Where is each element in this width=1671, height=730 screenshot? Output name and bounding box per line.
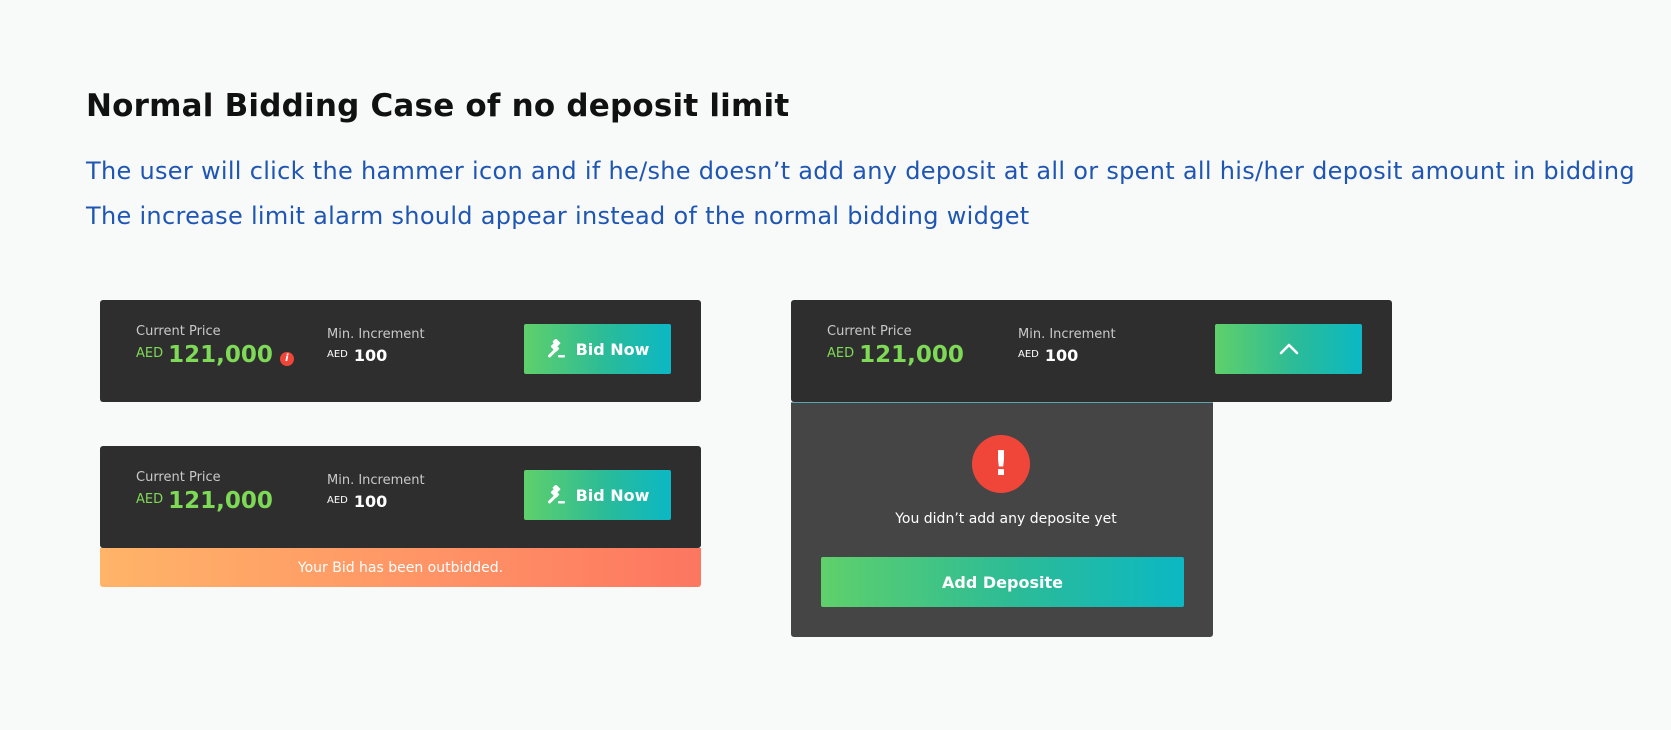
gavel-icon [547, 485, 565, 504]
bid-now-button[interactable]: Bid Now [524, 470, 671, 520]
info-icon[interactable]: i [279, 352, 294, 366]
min-currency-label: AED [327, 495, 348, 506]
collapse-button[interactable] [1215, 324, 1362, 374]
min-increment-label: Min. Increment [327, 473, 425, 488]
outbid-banner: Your Bid has been outbidded. [100, 548, 701, 587]
current-price-label: Current Price [136, 470, 221, 485]
min-increment-amount: 100 [1044, 346, 1079, 365]
min-increment-label: Min. Increment [1018, 327, 1116, 342]
deposit-alert-panel: ! You didn’t add any deposite yet Add De… [791, 402, 1213, 637]
current-price-amount: 121,000 [168, 488, 273, 514]
currency-label: AED [136, 346, 164, 361]
current-price-amount: 121,000 [168, 342, 273, 368]
gavel-icon [547, 339, 565, 358]
page-title: Normal Bidding Case of no deposit limit [86, 88, 790, 124]
current-price-amount: 121,000 [859, 342, 964, 368]
bid-now-label: Bid Now [575, 485, 650, 505]
current-price-value: AED 121,000 [136, 488, 273, 514]
min-increment-label: Min. Increment [327, 327, 425, 342]
add-deposit-button[interactable]: Add Deposite [821, 557, 1184, 607]
current-price-value: AED 121,000 [827, 342, 964, 368]
bidding-widget-normal: Current Price AED 121,000 i Min. Increme… [100, 300, 701, 402]
min-increment-value: AED 100 [1018, 346, 1078, 365]
bid-now-button[interactable]: Bid Now [524, 324, 671, 374]
current-price-label: Current Price [827, 324, 912, 339]
bid-now-label: Bid Now [575, 339, 650, 359]
min-currency-label: AED [1018, 349, 1039, 360]
bidding-widget-outbid: Current Price AED 121,000 Min. Increment… [100, 446, 701, 548]
currency-label: AED [827, 346, 855, 361]
min-currency-label: AED [327, 349, 348, 360]
description-line-1: The user will click the hammer icon and … [86, 157, 1635, 185]
bidding-widget-expanded: Current Price AED 121,000 Min. Increment… [791, 300, 1392, 402]
description-line-2: The increase limit alarm should appear i… [86, 202, 1030, 230]
min-increment-amount: 100 [353, 346, 388, 365]
currency-label: AED [136, 492, 164, 507]
alert-message: You didn’t add any deposite yet [895, 511, 1117, 527]
min-increment-value: AED 100 [327, 492, 387, 511]
min-increment-amount: 100 [353, 492, 388, 511]
current-price-value: AED 121,000 i [136, 342, 294, 368]
exclamation-icon: ! [972, 435, 1030, 493]
min-increment-value: AED 100 [327, 346, 387, 365]
chevron-up-icon [1279, 343, 1298, 355]
add-deposit-label: Add Deposite [942, 572, 1063, 592]
current-price-label: Current Price [136, 324, 221, 339]
